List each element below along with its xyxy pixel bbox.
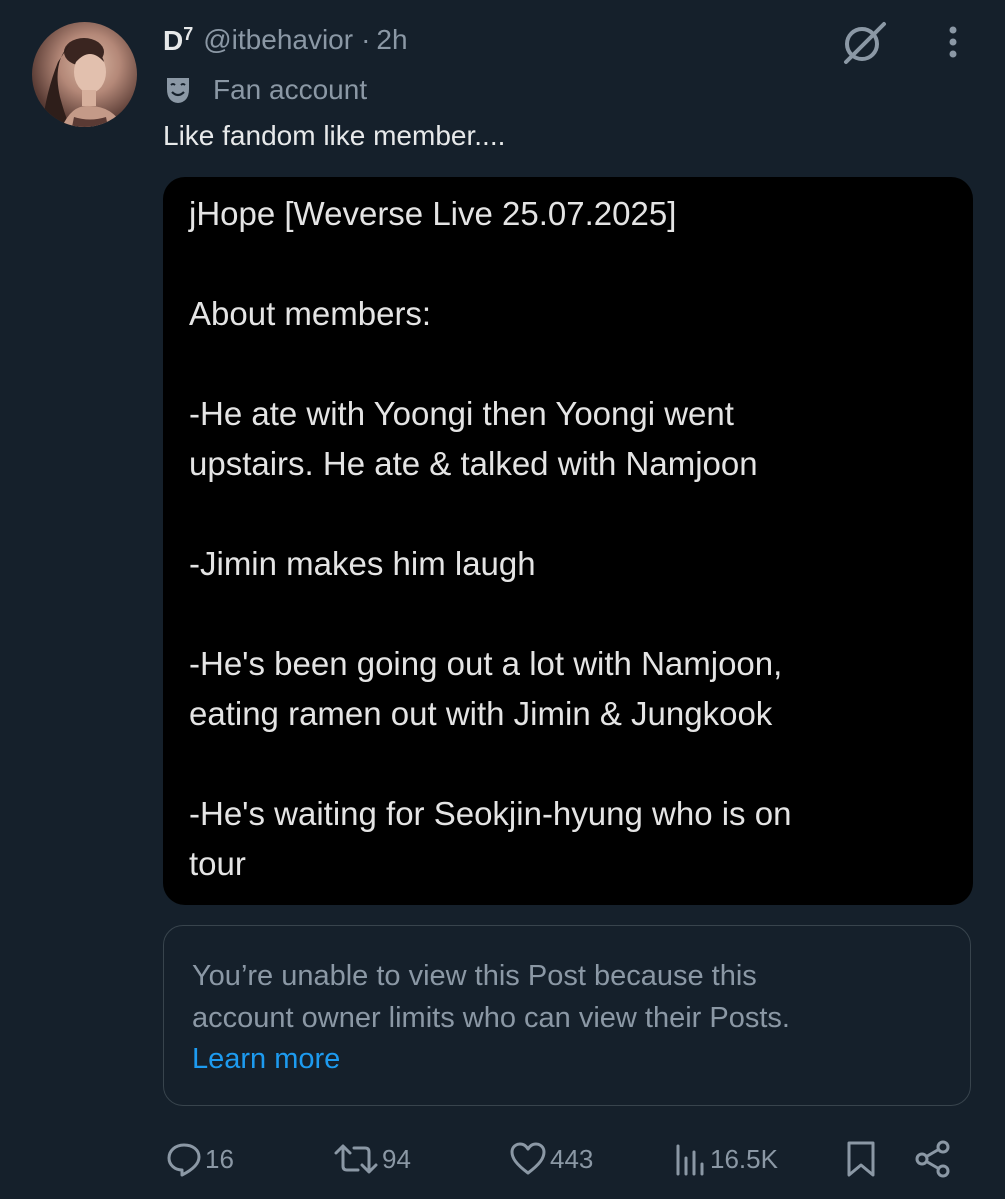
like-button[interactable]: 443 [508,1136,593,1182]
bar-chart-icon [676,1144,704,1176]
views-button[interactable]: 16.5K [672,1136,778,1182]
unavailable-message-line: account owner limits who can view their … [192,1002,790,1034]
media-text-line: -He's waiting for Seokjin-hyung who is o… [189,795,792,832]
bookmark-button[interactable] [842,1136,880,1182]
post-header: D7 @itbehavior · 2h [163,20,408,60]
avatar[interactable] [32,22,137,127]
user-handle[interactable]: @itbehavior [203,24,353,56]
bookmark-icon [847,1141,875,1177]
reply-button[interactable]: 16 [165,1136,234,1182]
share-button[interactable] [913,1136,953,1182]
media-text-line: About members: [189,295,432,332]
more-vertical-icon[interactable] [936,22,970,62]
media-text-line: eating ramen out with Jimin & Jungkook [189,695,773,732]
affiliation-label: Fan account [213,74,368,105]
unavailable-message-line: You’re unable to view this Post because … [192,960,757,992]
unavailable-quote-box: You’re unable to view this Post because … [163,925,971,1106]
media-text-line: -Jimin makes him laugh [189,545,536,582]
media-text-line: tour [189,845,246,882]
media-text-line: -He's been going out a lot with Namjoon, [189,645,783,682]
repost-icon [334,1144,378,1174]
display-name[interactable]: D7 [163,24,193,57]
like-count: 443 [550,1143,594,1174]
repost-button[interactable]: 94 [332,1136,411,1182]
separator-dot: · [361,24,371,55]
media-text-line: jHope [Weverse Live 25.07.2025] [189,195,677,232]
reply-icon [167,1143,201,1177]
reply-count: 16 [205,1143,234,1174]
media-text-line: -He ate with Yoongi then Yoongi went [189,395,734,432]
repost-count: 94 [382,1143,411,1174]
affiliation-row: Fan account [163,70,367,110]
media-image[interactable]: jHope [Weverse Live 25.07.2025] About me… [163,177,973,905]
grok-icon[interactable] [840,18,888,66]
learn-more-link[interactable]: Learn more [192,1043,340,1076]
heart-icon [510,1142,546,1175]
display-name-superscript: 7 [183,23,194,44]
share-icon [915,1140,950,1178]
view-count: 16.5K [710,1143,778,1174]
avatar-image [42,38,124,127]
theater-masks-icon [167,78,189,103]
post-timestamp[interactable]: 2h [376,24,407,56]
media-text-line: upstairs. He ate & talked with Namjoon [189,445,758,482]
post-text: Like fandom like member.... [163,120,506,151]
